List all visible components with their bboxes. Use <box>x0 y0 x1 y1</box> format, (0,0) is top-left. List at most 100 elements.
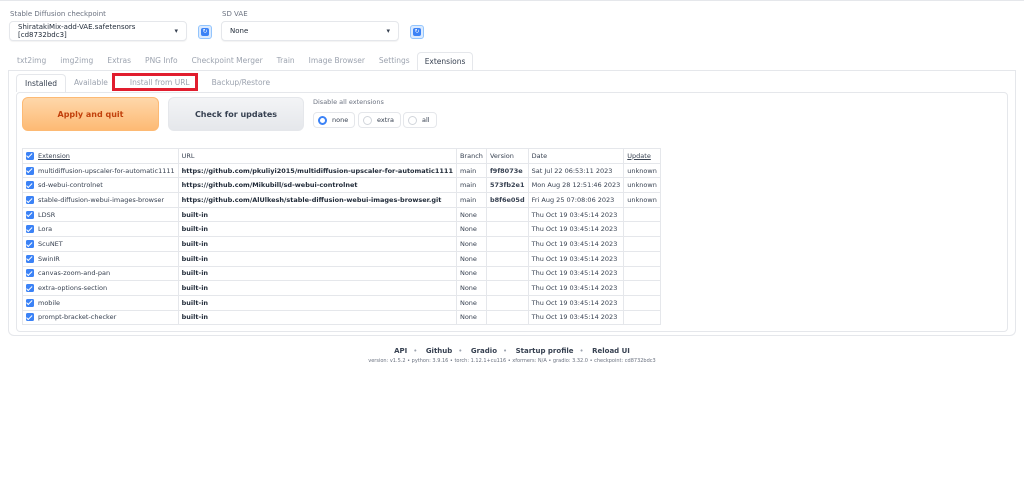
footer-link-gradio[interactable]: Gradio <box>471 347 497 355</box>
footer-link-api[interactable]: API <box>394 347 407 355</box>
extension-version: f9f8073e <box>485 162 529 179</box>
extension-name-cell: SwinIR <box>22 250 179 267</box>
extension-url: built-in <box>177 250 457 267</box>
extension-url[interactable]: https://github.com/AlUlkesh/stable-diffu… <box>177 192 457 208</box>
refresh-checkpoint-button[interactable]: ↻ <box>198 25 212 39</box>
tab-train[interactable]: Train <box>270 52 302 70</box>
extension-branch: None <box>455 309 487 326</box>
extension-update <box>623 250 662 267</box>
tab-extras[interactable]: Extras <box>100 52 138 70</box>
checkpoint-select[interactable]: ShiratakiMix-add-VAE.safetensors [cd8732… <box>9 21 187 41</box>
extension-enable-checkbox[interactable] <box>26 298 34 307</box>
extension-name-cell: extra-options-section <box>22 280 179 296</box>
radio-all[interactable]: all <box>403 112 437 128</box>
extension-date: Thu Oct 19 03:45:14 2023 <box>527 250 625 267</box>
vae-select[interactable]: None ▾ <box>221 21 399 41</box>
extension-name: LDSR <box>38 210 56 219</box>
extension-enable-checkbox[interactable] <box>26 284 34 293</box>
table-row: canvas-zoom-and-pan built-in None Thu Oct 1… <box>22 265 662 282</box>
extension-date: Thu Oct 19 03:45:14 2023 <box>527 265 625 282</box>
extension-version <box>485 250 529 267</box>
extension-version <box>485 294 529 311</box>
extension-version <box>485 309 529 326</box>
extension-enable-checkbox[interactable] <box>26 210 34 219</box>
extension-date: Fri Aug 25 07:08:06 2023 <box>527 192 625 208</box>
extension-name: extra-options-section <box>38 284 108 293</box>
extension-enable-checkbox[interactable] <box>26 166 34 175</box>
extension-update <box>623 280 662 296</box>
extension-update: unknown <box>623 162 662 179</box>
extension-update <box>623 236 662 252</box>
tab-txt2img[interactable]: txt2img <box>10 52 53 70</box>
footer-link-github[interactable]: Github <box>426 347 452 355</box>
extension-update <box>623 221 662 238</box>
extension-version <box>485 265 529 282</box>
extension-update <box>623 265 662 282</box>
radio-selected-icon <box>318 115 327 125</box>
tab-settings[interactable]: Settings <box>372 52 417 70</box>
extension-date: Thu Oct 19 03:45:14 2023 <box>527 294 625 311</box>
extension-name: SwinIR <box>38 254 60 263</box>
column-url: URL <box>177 148 457 164</box>
footer-links: API • Github • Gradio • Startup profile • Re… <box>394 347 630 355</box>
extension-name: Lora <box>38 225 53 234</box>
table-row: LDSR built-in None Thu Oct 19 03:45:14 2023 <box>22 206 662 223</box>
extension-enable-checkbox[interactable] <box>26 225 34 234</box>
tab-image-browser[interactable]: Image Browser <box>302 52 372 70</box>
extension-branch: None <box>455 221 487 238</box>
extension-date: Mon Aug 28 12:51:46 2023 <box>527 177 625 194</box>
extension-url[interactable]: https://github.com/pkuliyi2015/multidiff… <box>177 162 457 179</box>
radio-all-label: all <box>422 116 430 124</box>
extension-name: canvas-zoom-and-pan <box>38 269 111 278</box>
table-row: SwinIR built-in None Thu Oct 19 03:45:14 20… <box>22 250 662 267</box>
column-version: Version <box>485 148 529 164</box>
extension-url: built-in <box>177 265 457 282</box>
extension-date: Sat Jul 22 06:53:11 2023 <box>527 162 625 179</box>
extension-branch: None <box>455 236 487 252</box>
extension-name: mobile <box>38 298 61 307</box>
extension-branch: None <box>455 294 487 311</box>
table-row: mobile built-in None Thu Oct 19 03:45:14 20… <box>22 294 662 311</box>
footer-link-startup-profile[interactable]: Startup profile <box>516 347 574 355</box>
extension-enable-checkbox[interactable] <box>26 239 34 248</box>
radio-extra[interactable]: extra <box>358 112 401 128</box>
refresh-vae-button[interactable]: ↻ <box>410 25 424 39</box>
extension-enable-checkbox[interactable] <box>26 269 34 278</box>
table-row: sd-webui-controlnet https://github.com/Mi… <box>22 177 662 194</box>
extension-name-cell: stable-diffusion-webui-images-browser <box>22 192 179 208</box>
extension-enable-checkbox[interactable] <box>26 313 34 322</box>
extension-enable-checkbox[interactable] <box>26 181 34 190</box>
extension-date: Thu Oct 19 03:45:14 2023 <box>527 221 625 238</box>
footer-link-reload-ui[interactable]: Reload UI <box>592 347 630 355</box>
extensions-table: Extension URL Branch Version Date Update… <box>22 148 662 326</box>
tab-png-info[interactable]: PNG Info <box>138 52 185 70</box>
extension-url: built-in <box>177 221 457 238</box>
highlight-box <box>112 73 198 91</box>
subtab-installed[interactable]: Installed <box>16 74 66 92</box>
extension-name: prompt-bracket-checker <box>38 313 117 322</box>
radio-empty-icon <box>363 115 372 125</box>
apply-and-quit-button[interactable]: Apply and quit <box>22 97 159 131</box>
extension-url[interactable]: https://github.com/Mikubill/sd-webui-con… <box>177 177 457 194</box>
radio-none[interactable]: none <box>313 112 356 128</box>
tab-extensions[interactable]: Extensions <box>416 52 474 70</box>
chevron-down-icon: ▾ <box>174 27 178 35</box>
extension-date: Thu Oct 19 03:45:14 2023 <box>527 280 625 296</box>
extension-branch: None <box>455 265 487 282</box>
extension-version <box>485 221 529 238</box>
extension-enable-checkbox[interactable] <box>26 254 34 263</box>
tab-checkpoint-merger[interactable]: Checkpoint Merger <box>185 52 270 70</box>
extension-enable-checkbox[interactable] <box>26 195 34 204</box>
radio-empty-icon <box>408 115 417 125</box>
check-for-updates-button[interactable]: Check for updates <box>168 97 304 131</box>
extension-update <box>623 309 662 326</box>
vae-label: SD VAE <box>222 10 248 18</box>
column-extension: Extension <box>22 148 179 164</box>
subtab-backup-restore[interactable]: Backup/Restore <box>204 74 278 92</box>
extension-branch: None <box>455 250 487 267</box>
table-row: ScuNET built-in None Thu Oct 19 03:45:14 20… <box>22 236 662 252</box>
subtab-available[interactable]: Available <box>66 74 116 92</box>
select-all-checkbox[interactable] <box>26 151 34 160</box>
tab-img2img[interactable]: img2img <box>53 52 100 70</box>
extension-date: Thu Oct 19 03:45:14 2023 <box>527 309 625 326</box>
